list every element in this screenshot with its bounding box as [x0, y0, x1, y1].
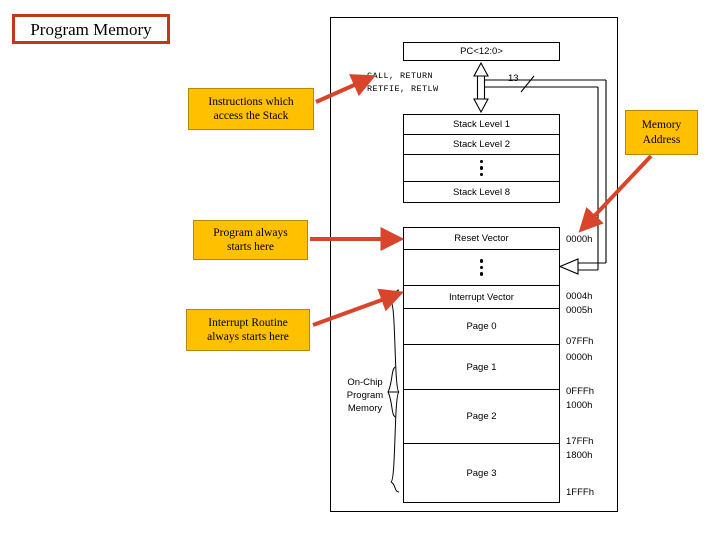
onchip-line3: Memory — [347, 402, 383, 414]
stack-levels-group: Stack Level 1 Stack Level 2 Stack Level 8 — [403, 114, 560, 203]
stack-instructions-line2: RETFIE, RETLW — [367, 83, 439, 94]
stack-instructions-label: CALL, RETURN RETFIE, RETLW — [367, 70, 439, 96]
page-title: Program Memory — [12, 14, 170, 44]
vertical-dots-icon — [479, 259, 484, 276]
callout-stack-line1: Instructions which — [208, 95, 294, 108]
stack-row-label: Stack Level 1 — [452, 119, 511, 130]
memory-row-label: Interrupt Vector — [449, 291, 514, 303]
stack-row: Stack Level 1 — [404, 115, 559, 135]
memory-row: Page 2 — [404, 390, 559, 444]
memory-row-label: Page 0 — [466, 321, 497, 332]
stack-instructions-line1: CALL, RETURN — [367, 71, 434, 81]
memory-row: Page 1 — [404, 345, 559, 390]
memory-address-label: 1000h — [566, 400, 593, 411]
memory-address-label: 1FFFh — [566, 487, 594, 498]
vertical-dots-icon — [479, 159, 484, 177]
callout-program-start: Program always starts here — [193, 220, 308, 260]
callout-interrupt-start: Interrupt Routine always starts here — [186, 309, 310, 351]
callout-memaddr-line1: Memory — [641, 119, 682, 132]
memory-row: Reset Vector — [404, 228, 559, 250]
stack-row: Stack Level 2 — [404, 135, 559, 155]
stack-row-label: Stack Level 8 — [452, 186, 511, 198]
memory-address-label: 0000h — [566, 234, 593, 245]
memory-address-label: 07FFh — [566, 336, 594, 347]
bus-width-label: 13 — [508, 73, 519, 84]
callout-stack-instructions: Instructions which access the Stack — [188, 88, 314, 130]
stack-row-label: Stack Level 2 — [452, 139, 511, 150]
stack-row: Stack Level 8 — [404, 182, 559, 202]
slide-canvas: Program Memory PC<12:0> CALL, RETURN RET… — [0, 0, 720, 540]
memory-row-ellipsis — [404, 250, 559, 286]
callout-interrupt-line2: always starts here — [207, 331, 289, 343]
program-memory-map-group: Reset Vector Interrupt Vector Page 0 Page 1… — [403, 227, 560, 503]
callout-memaddr-line2: Address — [642, 133, 681, 146]
memory-address-label: 0000h — [566, 352, 593, 363]
memory-row: Interrupt Vector — [404, 286, 559, 309]
callout-memory-address: Memory Address — [625, 110, 698, 155]
memory-address-label: 17FFh — [566, 436, 594, 447]
pc-register-box: PC<12:0> — [403, 42, 560, 61]
memory-row: Page 3 — [404, 444, 559, 502]
stack-row-ellipsis — [404, 155, 559, 182]
pc-register-label: PC<12:0> — [460, 46, 503, 57]
memory-address-label: 0004h — [566, 291, 593, 302]
callout-stack-line2: access the Stack — [213, 110, 289, 122]
memory-row-label: Page 1 — [466, 361, 497, 373]
memory-address-label: 0005h — [566, 305, 593, 316]
page-title-label: Program Memory — [30, 19, 152, 39]
callout-program-line1: Program always — [213, 226, 288, 239]
onchip-line2: Program — [346, 389, 384, 401]
memory-row-label: Page 2 — [466, 411, 497, 422]
onchip-line1: On-Chip — [347, 377, 383, 388]
callout-program-line2: starts here — [227, 241, 274, 253]
onchip-program-memory-label: On-Chip Program Memory — [336, 377, 394, 415]
memory-row-label: Reset Vector — [454, 233, 509, 244]
memory-row: Page 0 — [404, 309, 559, 345]
callout-interrupt-line1: Interrupt Routine — [208, 316, 288, 329]
memory-address-label: 0FFFh — [566, 386, 594, 397]
memory-address-label: 1800h — [566, 450, 593, 461]
memory-row-label: Page 3 — [466, 467, 497, 479]
